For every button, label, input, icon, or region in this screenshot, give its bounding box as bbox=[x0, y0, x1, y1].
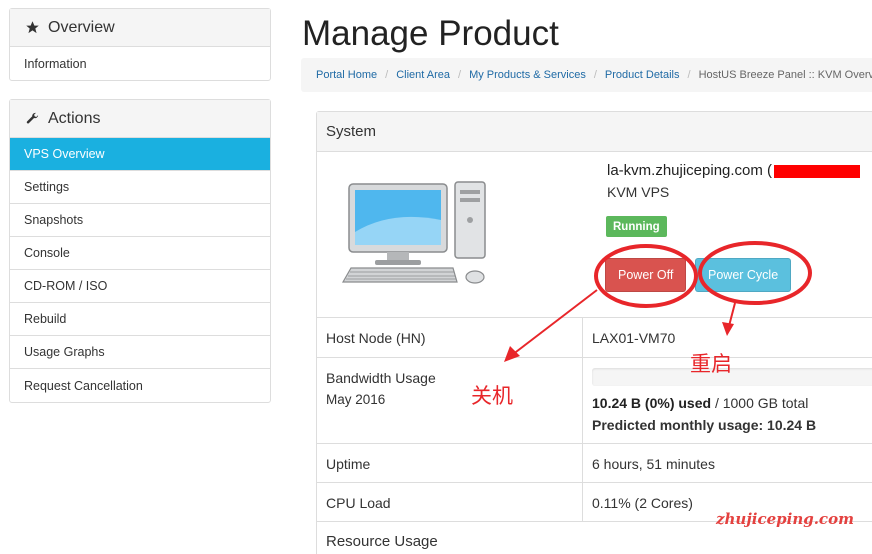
actions-heading: Actions bbox=[10, 100, 270, 138]
sidebar-item-label: Request Cancellation bbox=[24, 378, 143, 393]
sidebar-item-label: Information bbox=[24, 56, 87, 71]
host-node-value: LAX01-VM70 bbox=[592, 330, 676, 346]
breadcrumb-products-services[interactable]: My Products & Services bbox=[469, 69, 586, 81]
sidebar-item-vps-overview[interactable]: VPS Overview bbox=[10, 138, 270, 171]
sidebar-item-settings[interactable]: Settings bbox=[10, 171, 270, 204]
breadcrumb-separator: / bbox=[458, 69, 462, 81]
sidebar-item-request-cancellation[interactable]: Request Cancellation bbox=[10, 369, 270, 402]
power-off-note: 关机 bbox=[471, 384, 513, 408]
cpu-load-value: 0.11% (2 Cores) bbox=[592, 495, 693, 511]
sidebar-item-label: Usage Graphs bbox=[24, 345, 105, 359]
power-cycle-note: 重启 bbox=[690, 352, 732, 376]
bandwidth-predicted: Predicted monthly usage: 10.24 B bbox=[592, 417, 817, 433]
sidebar-item-label: Snapshots bbox=[24, 213, 84, 227]
breadcrumb-separator: / bbox=[687, 69, 691, 81]
sidebar-item-information[interactable]: Information bbox=[10, 47, 270, 80]
sidebar-item-cdrom-iso[interactable]: CD-ROM / ISO bbox=[10, 270, 270, 303]
computer-icon bbox=[341, 180, 491, 297]
breadcrumb-portal-home[interactable]: Portal Home bbox=[316, 69, 377, 81]
overview-title: Overview bbox=[48, 18, 115, 36]
sidebar-item-label: Rebuild bbox=[24, 312, 67, 326]
actions-panel: Actions VPS Overview Settings Snapshots … bbox=[9, 99, 271, 403]
bandwidth-progress-bar bbox=[592, 368, 872, 386]
sidebar-item-label: Console bbox=[24, 246, 70, 260]
sidebar-item-label: CD-ROM / ISO bbox=[24, 279, 108, 293]
row-divider bbox=[582, 318, 583, 357]
row-divider bbox=[582, 483, 583, 521]
overview-panel: Overview Information bbox=[9, 8, 271, 81]
sidebar-item-label: Settings bbox=[24, 180, 70, 194]
power-off-button[interactable]: Power Off bbox=[605, 258, 687, 292]
uptime-row: Uptime 6 hours, 51 minutes bbox=[317, 444, 872, 483]
bandwidth-label: Bandwidth Usage bbox=[326, 370, 436, 386]
bandwidth-summary: 10.24 B (0%) used / 1000 GB total bbox=[592, 395, 808, 411]
redaction-bar bbox=[774, 164, 861, 178]
vps-type: KVM VPS bbox=[607, 184, 670, 200]
row-divider bbox=[582, 358, 583, 443]
breadcrumb-separator: / bbox=[385, 69, 389, 81]
system-summary: la-kvm.zhujiceping.com ( KVM VPS Running… bbox=[317, 152, 872, 318]
hostname-text: la-kvm.zhujiceping.com ( bbox=[607, 162, 773, 179]
sidebar-item-usage-graphs[interactable]: Usage Graphs bbox=[10, 336, 270, 369]
system-heading: System bbox=[317, 112, 872, 152]
sidebar-item-rebuild[interactable]: Rebuild bbox=[10, 303, 270, 336]
host-node-row: Host Node (HN) LAX01-VM70 bbox=[317, 318, 872, 358]
host-node-label: Host Node (HN) bbox=[326, 330, 426, 346]
breadcrumb-separator: / bbox=[593, 69, 597, 81]
row-divider bbox=[582, 444, 583, 482]
breadcrumb-current: HostUS Breeze Panel :: KVM Overview bbox=[698, 69, 872, 81]
bandwidth-total: / 1000 GB total bbox=[711, 395, 809, 411]
uptime-value: 6 hours, 51 minutes bbox=[592, 456, 715, 472]
bandwidth-used: 10.24 B (0%) used bbox=[592, 395, 712, 411]
breadcrumb-product-details[interactable]: Product Details bbox=[605, 69, 680, 81]
vps-hostname: la-kvm.zhujiceping.com ( bbox=[607, 162, 861, 179]
breadcrumb: Portal Home / Client Area / My Products … bbox=[301, 58, 872, 92]
breadcrumb-client-area[interactable]: Client Area bbox=[396, 69, 450, 81]
cpu-load-label: CPU Load bbox=[326, 495, 391, 511]
bandwidth-period: May 2016 bbox=[326, 392, 386, 407]
uptime-label: Uptime bbox=[326, 456, 371, 472]
overview-heading: Overview bbox=[10, 9, 270, 47]
resource-usage-heading: Resource Usage bbox=[326, 533, 438, 550]
watermark: zhujiceping.com bbox=[716, 510, 854, 528]
sidebar-item-console[interactable]: Console bbox=[10, 237, 270, 270]
power-cycle-button[interactable]: Power Cycle bbox=[695, 258, 792, 292]
star-icon bbox=[24, 20, 40, 36]
sidebar-item-snapshots[interactable]: Snapshots bbox=[10, 204, 270, 237]
system-panel: System la-kvm.zhujiceping.com (KVM VPS … bbox=[316, 111, 872, 554]
status-badge: Running bbox=[606, 216, 667, 237]
sidebar-item-label: VPS Overview bbox=[24, 147, 105, 161]
bandwidth-row: Bandwidth Usage May 2016 10.24 B (0%) us… bbox=[317, 358, 872, 444]
wrench-icon bbox=[24, 111, 40, 127]
page-title: Manage Product bbox=[302, 14, 559, 53]
actions-title: Actions bbox=[48, 109, 101, 127]
